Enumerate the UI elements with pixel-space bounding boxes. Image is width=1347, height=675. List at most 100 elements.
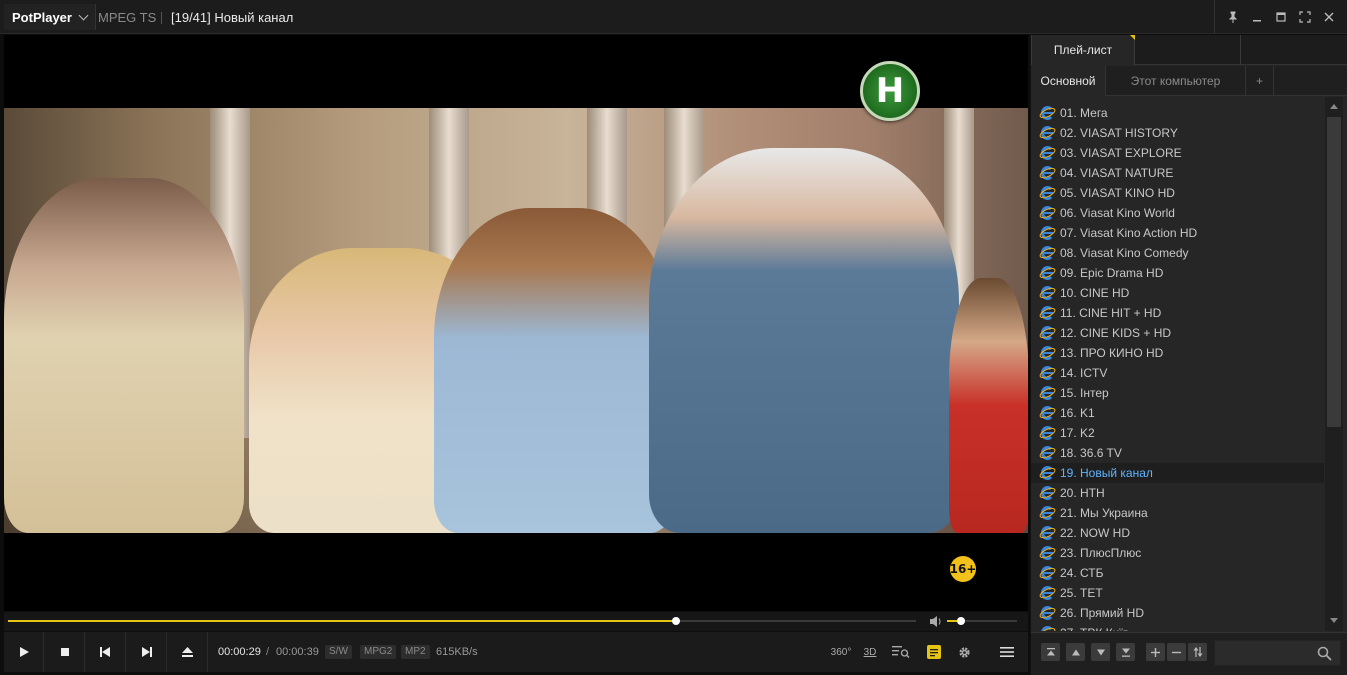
playlist-item[interactable]: 14. ICTV [1031,363,1324,383]
playlist-item[interactable]: 19. Новый канал [1031,463,1324,483]
subtitles-button[interactable] [923,632,945,672]
add-tab-button[interactable]: + [1246,66,1274,96]
seek-slider[interactable] [8,617,916,625]
playlist-item[interactable]: 04. VIASAT NATURE [1031,163,1324,183]
playlist-item[interactable]: 15. Інтер [1031,383,1324,403]
pin-button[interactable] [1221,5,1245,29]
minimize-button[interactable] [1245,5,1269,29]
tab-playlist[interactable]: Плей-лист [1031,35,1135,65]
main-menu-button[interactable] [996,632,1018,672]
3d-button[interactable]: 3D [861,632,879,672]
playlist-scrollbar[interactable] [1325,97,1343,631]
play-button[interactable] [4,632,44,672]
stream-link-icon [1038,445,1057,461]
playlist-item[interactable]: 05. VIASAT KINO HD [1031,183,1324,203]
remove-item-button[interactable] [1167,643,1186,661]
stream-link-icon [1038,165,1057,181]
stream-link-icon [1038,625,1057,631]
current-time[interactable]: 00:00:29 [218,646,261,658]
fullscreen-button[interactable] [1293,5,1317,29]
vr-360-label: 360° [830,646,852,658]
playlist-item[interactable]: 23. ПлюсПлюс [1031,543,1324,563]
playlist-item[interactable]: 07. Viasat Kino Action HD [1031,223,1324,243]
playlist-item[interactable]: 16. K1 [1031,403,1324,423]
settings-button[interactable] [953,632,975,672]
move-up-button[interactable] [1066,643,1085,661]
playlist-item[interactable]: 21. Мы Украина [1031,503,1324,523]
playlist-item-label: 25. ТЕТ [1060,586,1103,600]
skip-previous-icon [100,647,110,657]
add-item-button[interactable] [1146,643,1165,661]
move-bottom-button[interactable] [1116,643,1135,661]
video-frame [4,108,1028,533]
stream-link-icon [1038,425,1057,441]
move-down-button[interactable] [1091,643,1110,661]
stream-link-icon [1038,505,1057,521]
playlist-item[interactable]: 03. VIASAT EXPLORE [1031,143,1324,163]
gear-icon [958,646,970,658]
volume-slider[interactable] [947,617,1017,625]
playlist-item[interactable]: 27. ТРК Київ [1031,623,1324,631]
playlist-item[interactable]: 02. VIASAT HISTORY [1031,123,1324,143]
video-area[interactable]: H 16+ [4,35,1028,611]
format-label: MPEG TS [98,10,157,25]
playlist-item[interactable]: 25. ТЕТ [1031,583,1324,603]
playlist-item[interactable]: 18. 36.6 TV [1031,443,1324,463]
playlist-item[interactable]: 10. CINE HD [1031,283,1324,303]
playlist-list[interactable]: 01. Мега 02. VIASAT HISTORY 03. VIASAT EXP… [1031,97,1324,631]
playlist-item[interactable]: 17. K2 [1031,423,1324,443]
move-top-button[interactable] [1041,643,1060,661]
stream-link-icon [1038,465,1057,481]
playlist-item[interactable]: 20. НТН [1031,483,1324,503]
playlist-item-label: 21. Мы Украина [1060,506,1148,520]
stop-button[interactable] [45,632,85,672]
arrow-down-icon [1096,649,1105,655]
playlist-item-label: 06. Viasat Kino World [1060,206,1175,220]
playlist-item[interactable]: 26. Прямий HD [1031,603,1324,623]
playlist-item[interactable]: 09. Epic Drama HD [1031,263,1324,283]
audio-codec-tag[interactable]: MP2 [401,645,430,659]
playlist-item-label: 22. NOW HD [1060,526,1131,540]
scroll-up-arrow[interactable] [1330,104,1338,109]
playlist-item[interactable]: 11. CINE HIT + HD [1031,303,1324,323]
playlist-search-input[interactable] [1214,640,1341,666]
maximize-button[interactable] [1269,5,1293,29]
open-file-button[interactable] [168,632,208,672]
playlist-item[interactable]: 13. ПРО КИНО HD [1031,343,1324,363]
vr-360-button[interactable]: 360° [830,632,852,672]
stream-link-icon [1038,105,1057,121]
volume-handle[interactable] [957,617,965,625]
playlist-item-label: 26. Прямий HD [1060,606,1144,620]
scroll-thumb[interactable] [1327,117,1341,427]
playlist-search-button[interactable] [890,632,912,672]
playlist-item-label: 20. НТН [1060,486,1105,500]
stream-link-icon [1038,245,1057,261]
playlist-item-label: 04. VIASAT NATURE [1060,166,1174,180]
app-menu-button[interactable]: PotPlayer [4,4,96,30]
sort-button[interactable] [1188,643,1207,661]
next-button[interactable] [127,632,167,672]
previous-button[interactable] [86,632,126,672]
subtab-this-computer[interactable]: Этот компьютер [1106,66,1246,96]
playlist-item[interactable]: 08. Viasat Kino Comedy [1031,243,1324,263]
playlist-item[interactable]: 06. Viasat Kino World [1031,203,1324,223]
eject-icon [182,647,193,657]
video-codec-tag[interactable]: MPG2 [360,645,397,659]
subtab-main[interactable]: Основной [1031,66,1106,96]
volume-button[interactable] [929,615,943,628]
playlist-item[interactable]: 24. СТБ [1031,563,1324,583]
total-time[interactable]: 00:00:39 [276,646,319,658]
playlist-item-label: 02. VIASAT HISTORY [1060,126,1178,140]
playlist-item-label: 27. ТРК Київ [1060,626,1129,631]
playlist-item[interactable]: 12. CINE KIDS + HD [1031,323,1324,343]
stream-link-icon [1038,545,1057,561]
seek-bar-row [4,612,1028,631]
scroll-down-arrow[interactable] [1330,618,1338,623]
decoder-tag[interactable]: S/W [325,645,352,659]
window-title: [19/41] Новый канал [171,10,294,25]
playlist-item[interactable]: 01. Мега [1031,103,1324,123]
seek-handle[interactable] [672,617,681,625]
playlist-item[interactable]: 22. NOW HD [1031,523,1324,543]
close-button[interactable] [1317,5,1341,29]
move-top-icon [1046,647,1055,655]
